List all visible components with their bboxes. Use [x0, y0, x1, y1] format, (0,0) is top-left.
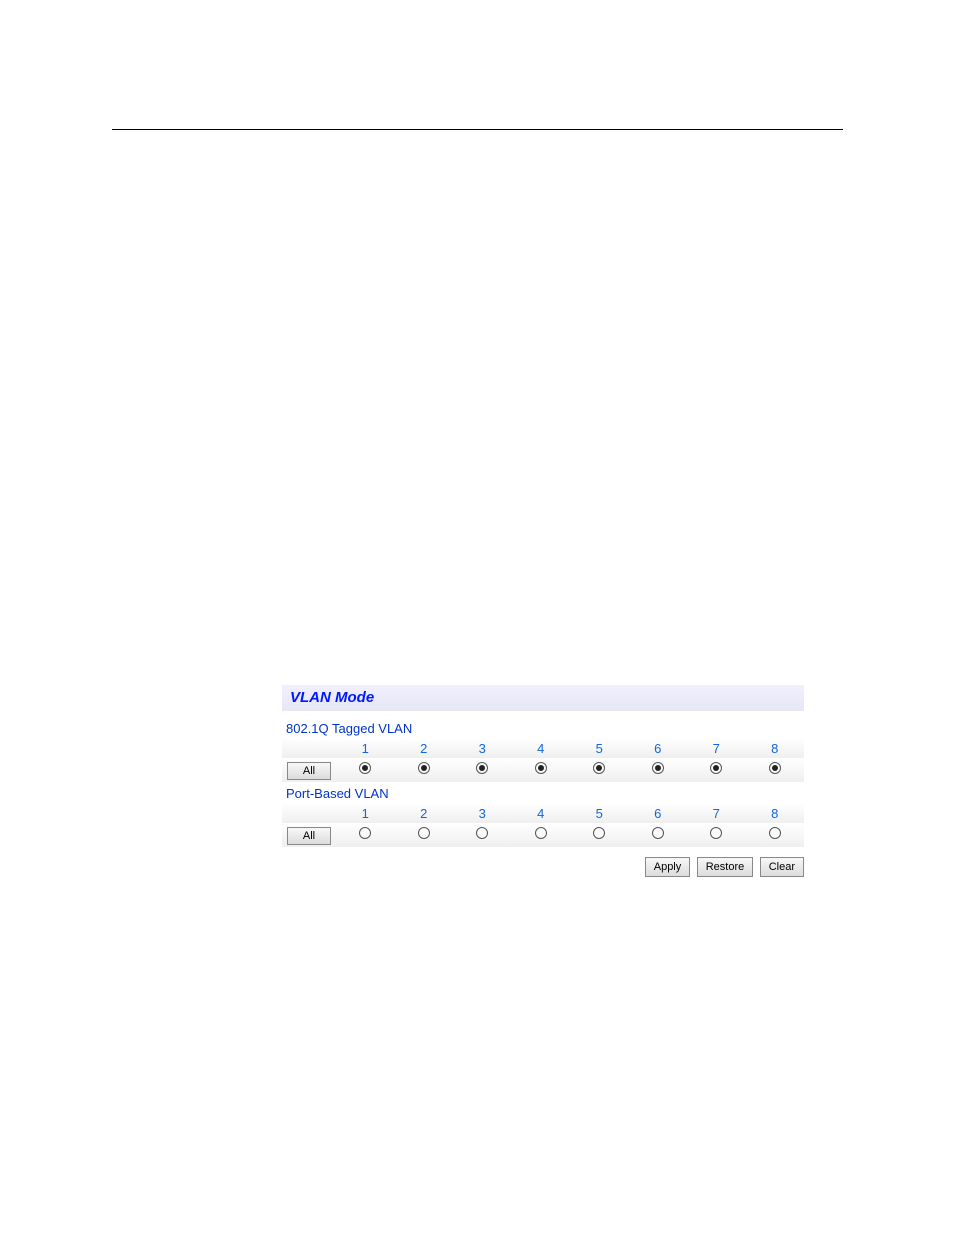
- portbased-port-header: 5: [570, 803, 629, 823]
- restore-button[interactable]: Restore: [697, 857, 754, 877]
- action-button-row: Apply Restore Clear: [282, 847, 804, 877]
- tagged-port-radio[interactable]: [652, 762, 664, 774]
- portbased-port-header: 1: [336, 803, 395, 823]
- portbased-vlan-label: Port-Based VLAN: [282, 784, 804, 803]
- tagged-vlan-label: 802.1Q Tagged VLAN: [282, 719, 804, 738]
- tagged-port-header: 3: [453, 738, 512, 758]
- apply-button[interactable]: Apply: [645, 857, 691, 877]
- tagged-port-radio[interactable]: [535, 762, 547, 774]
- portbased-port-radio[interactable]: [769, 827, 781, 839]
- portbased-port-radio[interactable]: [710, 827, 722, 839]
- portbased-port-header: 7: [687, 803, 746, 823]
- tagged-port-radio[interactable]: [418, 762, 430, 774]
- tagged-header-blank: [282, 738, 336, 758]
- tagged-port-radio[interactable]: [769, 762, 781, 774]
- tagged-port-radio[interactable]: [710, 762, 722, 774]
- tagged-port-header: 5: [570, 738, 629, 758]
- portbased-port-radio[interactable]: [652, 827, 664, 839]
- tagged-radio-row: All: [282, 758, 804, 782]
- portbased-header-blank: [282, 803, 336, 823]
- tagged-port-header: 4: [512, 738, 571, 758]
- portbased-port-header: 3: [453, 803, 512, 823]
- panel-title-bar: VLAN Mode: [282, 685, 804, 711]
- portbased-vlan-section: Port-Based VLAN 1 2 3 4 5 6 7 8 All: [282, 782, 804, 847]
- portbased-port-header: 2: [395, 803, 454, 823]
- tagged-port-header: 8: [746, 738, 805, 758]
- portbased-port-radio[interactable]: [535, 827, 547, 839]
- portbased-port-header: 8: [746, 803, 805, 823]
- tagged-port-radio[interactable]: [359, 762, 371, 774]
- tagged-port-header: 6: [629, 738, 688, 758]
- tagged-header-row: 1 2 3 4 5 6 7 8: [282, 738, 804, 758]
- horizontal-rule: [112, 129, 843, 130]
- tagged-all-button[interactable]: All: [287, 762, 331, 780]
- tagged-port-radio[interactable]: [476, 762, 488, 774]
- portbased-all-button[interactable]: All: [287, 827, 331, 845]
- tagged-port-header: 7: [687, 738, 746, 758]
- portbased-header-row: 1 2 3 4 5 6 7 8: [282, 803, 804, 823]
- clear-button[interactable]: Clear: [760, 857, 804, 877]
- portbased-port-radio[interactable]: [418, 827, 430, 839]
- tagged-port-header: 2: [395, 738, 454, 758]
- portbased-radio-row: All: [282, 823, 804, 847]
- portbased-port-radio[interactable]: [476, 827, 488, 839]
- portbased-port-radio[interactable]: [593, 827, 605, 839]
- portbased-port-header: 6: [629, 803, 688, 823]
- panel-title: VLAN Mode: [290, 689, 374, 706]
- vlan-mode-panel: VLAN Mode 802.1Q Tagged VLAN 1 2 3 4 5 6…: [282, 685, 804, 877]
- tagged-vlan-section: 802.1Q Tagged VLAN 1 2 3 4 5 6 7 8 All: [282, 711, 804, 782]
- portbased-port-radio[interactable]: [359, 827, 371, 839]
- tagged-port-radio[interactable]: [593, 762, 605, 774]
- tagged-port-header: 1: [336, 738, 395, 758]
- portbased-port-header: 4: [512, 803, 571, 823]
